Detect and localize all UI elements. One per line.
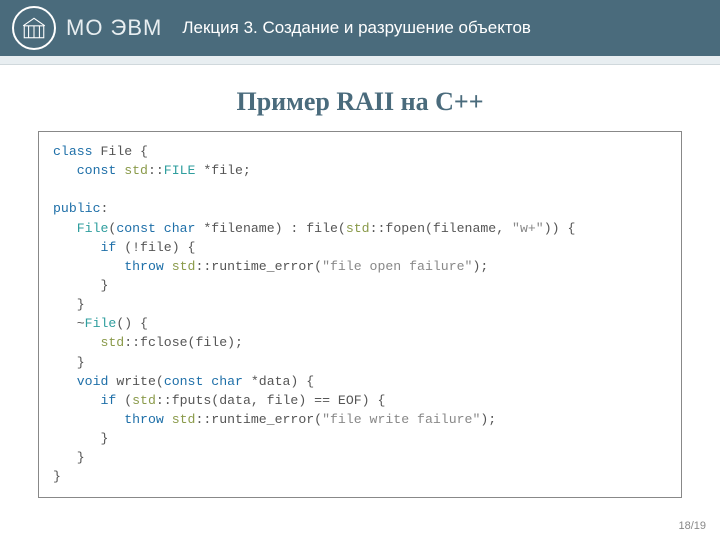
code-token: const char [116,221,195,236]
code-token: const char [164,374,243,389]
header-subbar [0,56,720,65]
code-token: std [53,335,124,350]
code-token: )) { [544,221,576,236]
code-token: *filename) : file( [195,221,345,236]
code-token: public [53,201,100,216]
code-token: ::fputs(data, file) == EOF) { [156,393,386,408]
code-token: if [53,393,116,408]
code-token: :: [148,163,164,178]
code-token: throw [53,259,164,274]
code-token: ~ [53,316,85,331]
code-token: std [346,221,370,236]
code-token: if [53,240,116,255]
code-token: } [53,469,61,484]
slide-header: МО ЭВМ Лекция 3. Создание и разрушение о… [0,0,720,56]
code-token: ); [472,259,488,274]
lecture-title: Лекция 3. Создание и разрушение объектов [182,18,531,38]
code-token: "w+" [512,221,544,236]
code-token: const [53,163,116,178]
code-token: } [53,355,85,370]
code-token: ::runtime_error( [195,412,322,427]
code-token: "file open failure" [322,259,472,274]
code-token: "file write failure" [322,412,480,427]
code-token: *data) { [243,374,314,389]
code-token: } [53,297,85,312]
code-token: () { [116,316,148,331]
code-token: std [132,393,156,408]
code-token: File [53,221,108,236]
code-token: : [100,201,108,216]
org-name: МО ЭВМ [66,15,162,41]
code-token: class [53,144,93,159]
building-icon [21,15,47,41]
code-token: std [164,259,196,274]
code-token: } [53,431,108,446]
code-token: void [53,374,108,389]
code-token: throw [53,412,164,427]
code-token: std [116,163,148,178]
code-token: ( [116,393,132,408]
code-token: ); [480,412,496,427]
code-token: File { [93,144,148,159]
code-block: class File { const std::FILE *file; publ… [38,131,682,498]
code-token: write( [108,374,163,389]
code-token: } [53,278,108,293]
code-token: ::fopen(filename, [370,221,512,236]
code-token: std [164,412,196,427]
code-token: ::runtime_error( [195,259,322,274]
code-token: (!file) { [116,240,195,255]
code-token: *file; [195,163,250,178]
slide-title: Пример RAII на C++ [0,87,720,117]
code-token: ::fclose(file); [124,335,243,350]
page-number: 18/19 [678,520,706,532]
code-token: } [53,450,85,465]
org-logo [12,6,56,50]
code-token: FILE [164,163,196,178]
code-token: File [85,316,117,331]
